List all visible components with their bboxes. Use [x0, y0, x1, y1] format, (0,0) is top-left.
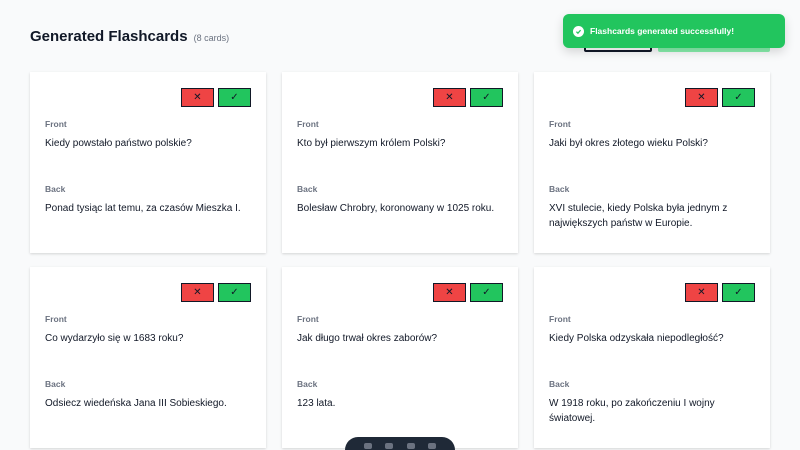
accept-button[interactable]: ✓ [470, 283, 503, 302]
reject-button[interactable]: ✕ [181, 88, 214, 107]
toast-message: Flashcards generated successfully! [590, 26, 735, 36]
back-label: Back [549, 379, 570, 389]
flashcard: ✕ ✓ Front Kto był pierwszym królem Polsk… [282, 72, 518, 253]
front-label: Front [45, 119, 67, 129]
check-circle-icon [573, 25, 584, 37]
page-header: Generated Flashcards (8 cards) [30, 28, 229, 45]
accept-button[interactable]: ✓ [470, 88, 503, 107]
back-text: XVI stulecie, kiedy Polska była jednym z… [549, 203, 728, 229]
accept-button[interactable]: ✓ [722, 283, 755, 302]
front-label: Front [297, 314, 319, 324]
front-label: Front [45, 314, 67, 324]
flashcard-grid: ✕ ✓ Front Kiedy powstało państwo polskie… [30, 72, 770, 448]
card-actions: ✕ ✓ [181, 88, 251, 107]
back-label: Back [45, 379, 66, 389]
back-text: W 1918 roku, po zakończeniu I wojny świa… [549, 398, 715, 424]
front-text: Jaki był okres złotego wieku Polski? [549, 138, 708, 149]
card-actions: ✕ ✓ [685, 88, 755, 107]
front-text: Kiedy powstało państwo polskie? [45, 138, 192, 149]
reject-button[interactable]: ✕ [685, 88, 718, 107]
card-actions: ✕ ✓ [433, 88, 503, 107]
flashcard: ✕ ✓ Front Kiedy powstało państwo polskie… [30, 72, 266, 253]
accept-button[interactable]: ✓ [218, 283, 251, 302]
front-text: Kto był pierwszym królem Polski? [297, 138, 446, 149]
back-text: Odsiecz wiedeńska Jana III Sobieskiego. [45, 398, 227, 409]
reject-button[interactable]: ✕ [433, 88, 466, 107]
card-actions: ✕ ✓ [685, 283, 755, 302]
reject-button[interactable]: ✕ [433, 283, 466, 302]
toolbar-icon[interactable] [363, 443, 372, 449]
flashcard: ✕ ✓ Front Jak długo trwał okres zaborów?… [282, 267, 518, 448]
back-text: Ponad tysiąc lat temu, za czasów Mieszka… [45, 203, 241, 214]
front-label: Front [549, 314, 571, 324]
reject-button[interactable]: ✕ [181, 283, 214, 302]
accept-button[interactable]: ✓ [218, 88, 251, 107]
card-actions: ✕ ✓ [181, 283, 251, 302]
front-text: Co wydarzyło się w 1683 roku? [45, 333, 184, 344]
card-count: (8 cards) [193, 33, 230, 43]
back-label: Back [297, 379, 318, 389]
toolbar-icon[interactable] [406, 443, 415, 449]
floating-toolbar [345, 437, 455, 450]
page-title: Generated Flashcards [30, 28, 188, 45]
success-toast: Flashcards generated successfully! [563, 14, 785, 48]
toolbar-icon[interactable] [385, 443, 394, 449]
front-label: Front [297, 119, 319, 129]
reject-button[interactable]: ✕ [685, 283, 718, 302]
back-text: Bolesław Chrobry, koronowany w 1025 roku… [297, 203, 495, 214]
back-label: Back [297, 184, 318, 194]
flashcard: ✕ ✓ Front Kiedy Polska odzyskała niepodl… [534, 267, 770, 448]
flashcard: ✕ ✓ Front Jaki był okres złotego wieku P… [534, 72, 770, 253]
flashcard: ✕ ✓ Front Co wydarzyło się w 1683 roku? … [30, 267, 266, 448]
card-actions: ✕ ✓ [433, 283, 503, 302]
accept-button[interactable]: ✓ [722, 88, 755, 107]
back-label: Back [45, 184, 66, 194]
front-text: Jak długo trwał okres zaborów? [297, 333, 438, 344]
toolbar-icon[interactable] [428, 443, 437, 449]
back-text: 123 lata. [297, 398, 336, 409]
front-label: Front [549, 119, 571, 129]
back-label: Back [549, 184, 570, 194]
front-text: Kiedy Polska odzyskała niepodległość? [549, 333, 724, 344]
